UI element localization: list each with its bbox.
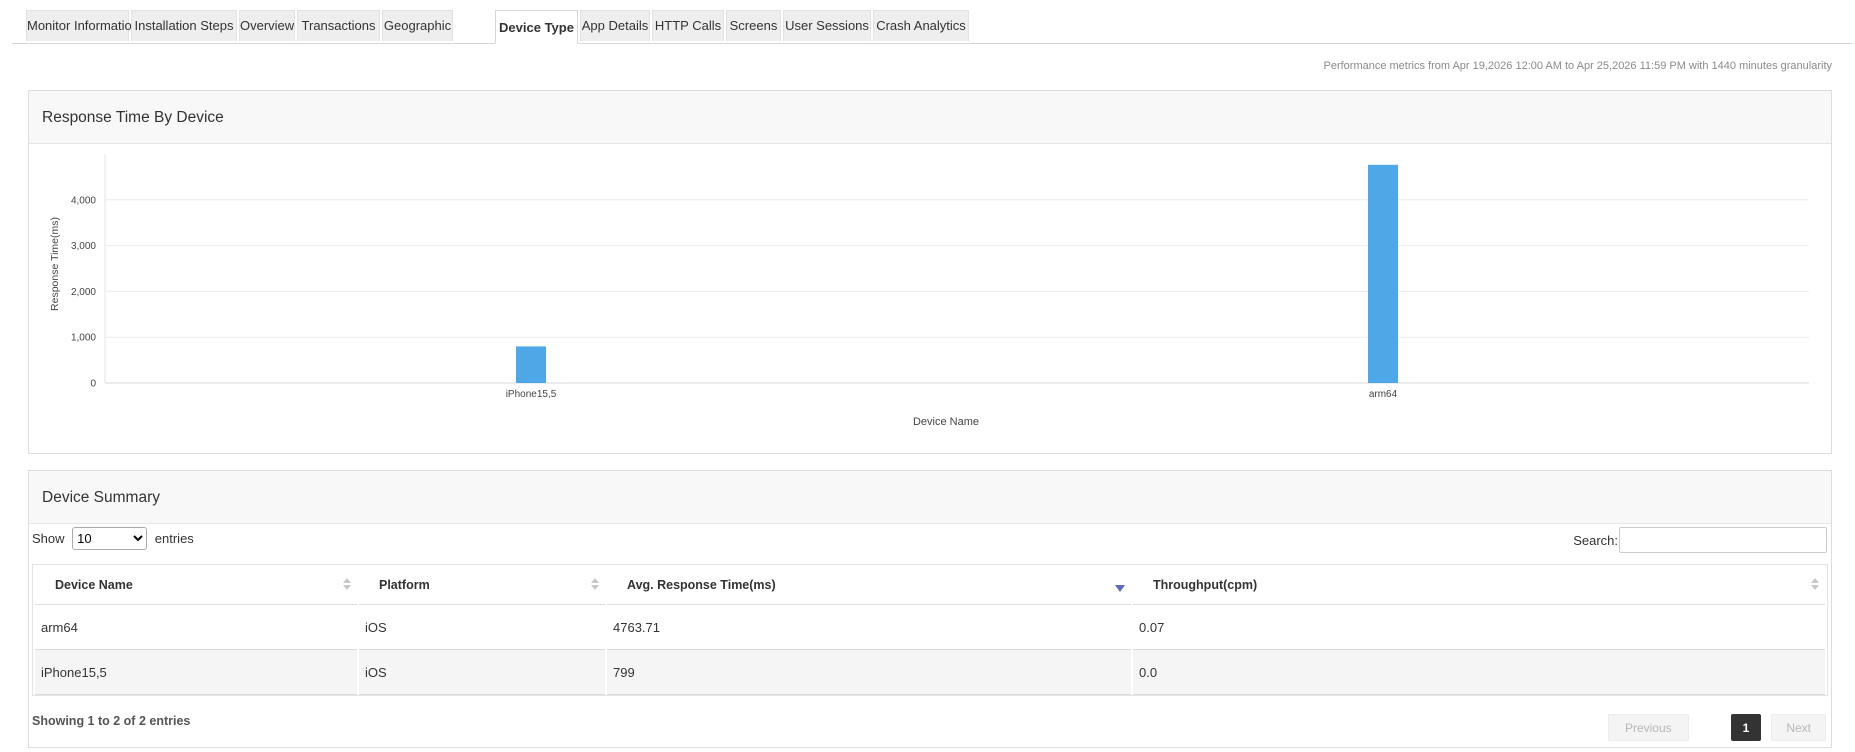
table-row[interactable]: iPhone15,5 iOS 799 0.0 bbox=[35, 650, 1825, 695]
tab-http-calls[interactable]: HTTP Calls bbox=[652, 10, 724, 41]
tab-transactions[interactable]: Transactions bbox=[297, 10, 380, 41]
chart-panel-title: Response Time By Device bbox=[29, 91, 1831, 144]
cell-platform: iOS bbox=[359, 605, 605, 650]
y-tick-label: 2,000 bbox=[71, 287, 96, 298]
search-input[interactable] bbox=[1619, 527, 1827, 553]
tab-crash-analytics[interactable]: Crash Analytics bbox=[873, 10, 969, 41]
previous-page-button[interactable]: Previous bbox=[1607, 714, 1689, 741]
table-search: Search: bbox=[1573, 527, 1827, 553]
y-tick-label: 1,000 bbox=[71, 333, 96, 344]
sort-icon[interactable] bbox=[343, 578, 351, 592]
column-header-label: Device Name bbox=[55, 577, 133, 592]
y-axis-label: Response Time(ms) bbox=[49, 217, 61, 311]
y-tick-label: 0 bbox=[90, 379, 96, 390]
sort-descending-icon[interactable] bbox=[1115, 585, 1125, 592]
x-axis-ticks: iPhone15,5 arm64 bbox=[506, 389, 1398, 400]
response-time-panel: Response Time By Device 0 1,000 2,000 3,000… bbox=[28, 90, 1832, 454]
y-tick-label: 4,000 bbox=[71, 195, 96, 206]
cell-throughput: 0.0 bbox=[1133, 650, 1825, 695]
bar-arm64[interactable] bbox=[1368, 164, 1398, 383]
column-header-throughput[interactable]: Throughput(cpm) bbox=[1133, 565, 1825, 605]
column-header-label: Platform bbox=[379, 577, 430, 592]
table-header-row: Device Name Platform Avg. Response Time(… bbox=[35, 565, 1825, 605]
column-header-platform[interactable]: Platform bbox=[359, 565, 605, 605]
column-header-device-name[interactable]: Device Name bbox=[35, 565, 357, 605]
column-header-label: Throughput(cpm) bbox=[1153, 577, 1258, 592]
chart-bars bbox=[516, 164, 1398, 383]
cell-avg-response-time: 799 bbox=[607, 650, 1131, 695]
cell-avg-response-time: 4763.71 bbox=[607, 605, 1131, 650]
tab-user-sessions[interactable]: User Sessions bbox=[783, 10, 871, 41]
device-summary-table: Device Name Platform Avg. Response Time(… bbox=[32, 564, 1828, 696]
table-info: Showing 1 to 2 of 2 entries bbox=[32, 714, 191, 728]
bar-iphone15-5[interactable] bbox=[516, 346, 546, 383]
x-axis-label: Device Name bbox=[913, 416, 979, 428]
tab-installation-steps[interactable]: Installation Steps bbox=[131, 10, 237, 41]
y-axis-ticks: 0 1,000 2,000 3,000 4,000 bbox=[71, 195, 96, 389]
next-page-button[interactable]: Next bbox=[1771, 714, 1826, 741]
column-header-label: Avg. Response Time(ms) bbox=[627, 577, 776, 592]
chart-gridlines bbox=[104, 154, 1809, 384]
y-tick-label: 3,000 bbox=[71, 241, 96, 252]
pagination: Previous 1 Next bbox=[1607, 714, 1826, 741]
sort-icon[interactable] bbox=[591, 578, 599, 592]
performance-metrics-note: Performance metrics from Apr 19,2026 12:… bbox=[1323, 60, 1832, 72]
search-label: Search: bbox=[1573, 532, 1618, 548]
x-tick-label: iPhone15,5 bbox=[506, 389, 557, 400]
page-1-button[interactable]: 1 bbox=[1730, 714, 1762, 741]
cell-device-name: iPhone15,5 bbox=[35, 650, 357, 695]
show-label: Show bbox=[32, 531, 65, 546]
tab-device-type[interactable]: Device Type bbox=[495, 10, 578, 44]
response-time-chart: 0 1,000 2,000 3,000 4,000 iPhone15,5 arm64 De… bbox=[49, 154, 1809, 428]
column-header-avg-response-time[interactable]: Avg. Response Time(ms) bbox=[607, 565, 1131, 605]
tab-screens[interactable]: Screens bbox=[726, 10, 781, 41]
device-summary-panel: Device Summary Show 102550100 entries Se… bbox=[28, 470, 1832, 748]
summary-panel-title: Device Summary bbox=[29, 471, 1831, 524]
tab-geographic[interactable]: Geographic bbox=[382, 10, 453, 41]
tab-overview[interactable]: Overview bbox=[239, 10, 295, 41]
sort-icon[interactable] bbox=[1811, 578, 1819, 592]
table-row[interactable]: arm64 iOS 4763.71 0.07 bbox=[35, 605, 1825, 650]
x-tick-label: arm64 bbox=[1369, 389, 1398, 400]
page-size-select[interactable]: 102550100 bbox=[72, 527, 148, 550]
entries-label: entries bbox=[154, 531, 194, 546]
page-size-control: Show 102550100 entries bbox=[32, 527, 194, 550]
cell-device-name: arm64 bbox=[35, 605, 357, 650]
cell-platform: iOS bbox=[359, 650, 605, 695]
tab-app-details[interactable]: App Details bbox=[580, 10, 650, 41]
tab-monitor-information[interactable]: Monitor Information bbox=[26, 10, 139, 41]
tab-bar: Monitor Information Installation Steps O… bbox=[12, 10, 1853, 44]
cell-throughput: 0.07 bbox=[1133, 605, 1825, 650]
